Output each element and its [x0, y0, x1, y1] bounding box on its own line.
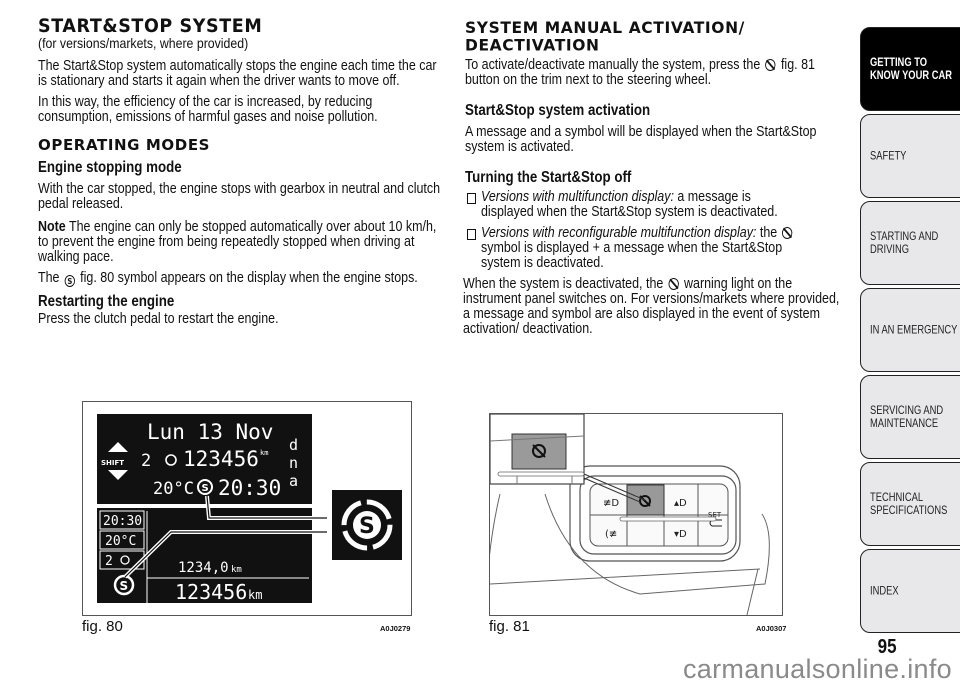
deactivated-paragraph: When the system is deactivated, the warn… — [463, 277, 848, 337]
shift-label: SHIFT — [101, 459, 124, 467]
section-title-operating-modes: OPERATING MODES — [38, 136, 211, 154]
note-label: Note — [38, 219, 66, 235]
fig80-caption: fig. 80 — [82, 618, 123, 635]
dashboard-illustration: ≢D (≢ ▴D ▾D SET — [490, 414, 770, 615]
side-lights: 2 — [105, 554, 113, 569]
bullet-italic: Versions with reconfigurable multifuncti… — [481, 225, 757, 241]
text-before: To activate/deactivate manually the syst… — [465, 57, 764, 73]
trip-unit: km — [231, 565, 242, 575]
display-lights: 2 — [141, 451, 151, 471]
tab-servicing-and-maintenance[interactable]: SERVICING AND MAINTENANCE — [860, 375, 960, 459]
display-illustration: Lun 13 Nov SHIFT 2 123456 km 20°C S 20:3… — [97, 414, 402, 604]
bullet-multifunction: Versions with multifunction display: a m… — [465, 190, 850, 220]
tab-label: INDEX — [870, 583, 899, 598]
tab-safety[interactable]: SAFETY — [860, 114, 960, 198]
manual-activation-text: To activate/deactivate manually the syst… — [465, 58, 850, 88]
tab-label: GETTING TO KNOW YOUR CAR — [870, 55, 952, 82]
section-title-manual-activation: SYSTEM MANUAL ACTIVATION/DEACTIVATION — [465, 19, 850, 55]
tab-technical-specifications[interactable]: TECHNICAL SPECIFICATIONS — [860, 462, 960, 546]
left-column: START&STOP SYSTEM (for versions/markets,… — [38, 18, 448, 333]
side-temp: 20°C — [105, 534, 136, 549]
headlight-down-icon: ▾D — [674, 529, 687, 540]
bullet-text: Versions with reconfigurable multifuncti… — [481, 226, 798, 271]
intro-paragraph-1: The Start&Stop system automatically stop… — [38, 58, 437, 89]
watermark: carmanualsonline.info — [683, 654, 952, 684]
headlight-up-icon: ▴D — [674, 498, 687, 509]
enlarged-s-symbol-icon: S — [359, 514, 375, 539]
note-text: The engine can only be stopped automatic… — [38, 219, 437, 265]
bullet-body-after: symbol is displayed + a message when the… — [481, 240, 783, 271]
tab-label: SAFETY — [870, 148, 907, 163]
tab-label: STARTING AND DRIVING — [870, 229, 939, 256]
title-line-2: DEACTIVATION — [465, 35, 600, 55]
display-date: Lun 13 Nov — [147, 420, 273, 444]
total-unit: km — [248, 588, 262, 602]
restarting-text: Press the clutch pedal to restart the en… — [38, 311, 279, 327]
total-value: 123456 — [175, 580, 247, 604]
bullet-reconfigurable: Versions with reconfigurable multifuncti… — [465, 226, 850, 271]
heading-engine-stopping: Engine stopping mode — [38, 159, 182, 176]
gear-letter-a: a — [289, 472, 298, 490]
rear-fog-icon: (≢ — [605, 529, 617, 540]
tab-label: SERVICING AND MAINTENANCE — [870, 403, 944, 430]
tab-label: TECHNICAL SPECIFICATIONS — [870, 490, 948, 517]
tab-in-an-emergency[interactable]: IN AN EMERGENCY — [860, 288, 960, 372]
page-subtitle: (for versions/markets, where provided) — [38, 35, 249, 51]
tab-getting-to-know-your-car[interactable]: GETTING TO KNOW YOUR CAR — [860, 27, 960, 111]
display-unit: km — [260, 449, 268, 457]
fog-light-icon: ≢D — [603, 498, 619, 509]
heading-turning-off: Turning the Start&Stop off — [465, 169, 632, 186]
start-stop-button — [626, 484, 665, 516]
bullet-square-icon — [467, 193, 476, 204]
engine-stopping-text: With the car stopped, the engine stops w… — [38, 181, 441, 212]
gear-letter-n: n — [289, 454, 298, 472]
tab-label: IN AN EMERGENCY — [870, 322, 958, 337]
figure-81-button: ≢D (≢ ▴D ▾D SET — [489, 413, 783, 616]
side-time: 20:30 — [103, 514, 142, 529]
title-line-1: SYSTEM MANUAL ACTIVATION/ — [465, 18, 745, 37]
start-stop-off-icon — [765, 59, 776, 71]
figure-80-display: Lun 13 Nov SHIFT 2 123456 km 20°C S 20:3… — [82, 401, 412, 616]
start-stop-off-icon — [782, 227, 793, 239]
symbol-text-before: The — [38, 270, 63, 286]
fig80-code: A0J0279 — [380, 624, 411, 633]
start-stop-symbol-icon: S — [64, 275, 75, 287]
gear-letter-d: d — [289, 436, 298, 454]
bullet-square-icon — [467, 229, 476, 240]
fig81-caption: fig. 81 — [489, 618, 530, 635]
bullet-italic: Versions with multifunction display: — [481, 189, 674, 205]
symbol-paragraph: The S fig. 80 symbol appears on the disp… — [38, 271, 442, 287]
display-temp: 20°C — [153, 479, 194, 499]
bullet-body-before: the — [756, 225, 781, 241]
trip-value: 1234,0 — [178, 560, 229, 576]
fig81-code: A0J0307 — [756, 624, 787, 633]
warning-light-icon — [668, 278, 679, 290]
tab-index[interactable]: INDEX — [860, 549, 960, 633]
activation-text: A message and a symbol will be displayed… — [465, 124, 817, 155]
display-time: 20:30 — [218, 476, 281, 500]
tab-starting-and-driving[interactable]: STARTING AND DRIVING — [860, 201, 960, 285]
intro-paragraph-2: In this way, the efficiency of the car i… — [38, 94, 378, 125]
svg-text:S: S — [120, 579, 129, 593]
bullet-text: Versions with multifunction display: a m… — [481, 190, 798, 220]
heading-restarting: Restarting the engine — [38, 293, 175, 310]
svg-text:S: S — [202, 483, 209, 494]
right-column: SYSTEM MANUAL ACTIVATION/DEACTIVATION To… — [463, 18, 850, 343]
text-before: When the system is deactivated, the — [463, 276, 667, 292]
heading-activation: Start&Stop system activation — [465, 102, 651, 119]
symbol-text-after: fig. 80 symbol appears on the display wh… — [76, 270, 418, 286]
page-title: START&STOP SYSTEM — [38, 16, 263, 38]
note-paragraph: Note The engine can only be stopped auto… — [38, 220, 442, 265]
display-odometer: 123456 — [183, 447, 259, 471]
